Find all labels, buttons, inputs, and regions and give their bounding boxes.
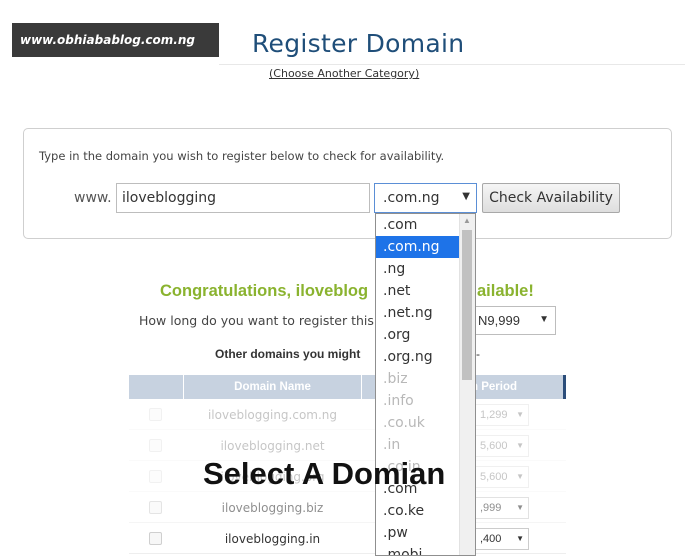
row-domain-name: iloveblogging.biz [221, 500, 324, 515]
row-domain-name: iloveblogging.in [224, 531, 321, 546]
row-period-select[interactable]: 5,600 ▼ [469, 466, 529, 488]
tld-option[interactable]: .ng [376, 258, 461, 280]
tld-option[interactable]: .net [376, 280, 461, 302]
page-title: Register Domain [252, 29, 465, 58]
chevron-down-icon: ▼ [516, 472, 524, 481]
period-select-value: N9,999 [478, 313, 520, 328]
row-period-value: ,400 [480, 533, 502, 545]
title-divider [219, 64, 685, 65]
row-period-select[interactable]: ,999 ▼ [469, 497, 529, 519]
registration-period-select[interactable]: N9,999 ▼ [463, 306, 556, 335]
scroll-up-arrow-icon[interactable]: ▲ [463, 216, 471, 225]
tld-select-value: .com.ng [383, 190, 440, 206]
scrollbar-thumb[interactable] [462, 230, 472, 380]
row-checkbox[interactable] [149, 501, 162, 514]
caption-overlay: Select A Domian [203, 456, 446, 491]
tld-option[interactable]: .com [376, 214, 461, 236]
watermark-text: www.obhiabablog.com.ng [20, 33, 195, 47]
other-domains-heading-tail: - [476, 347, 480, 361]
tld-option[interactable]: .pw [376, 522, 461, 544]
row-period-value: ,999 [480, 502, 502, 514]
availability-message-start: Congratulations, iloveblog [160, 282, 369, 300]
tld-option[interactable]: .in [376, 434, 461, 456]
chevron-down-icon: ▼ [516, 410, 524, 419]
row-domain-name: iloveblogging.com.ng [207, 407, 338, 422]
chevron-down-icon: ▼ [462, 191, 470, 202]
tld-option[interactable]: .co.ke [376, 500, 461, 522]
tld-option[interactable]: .org [376, 324, 461, 346]
header-checkbox-cell [129, 375, 184, 399]
other-domains-heading: Other domains you might [215, 347, 361, 361]
chevron-down-icon: ▼ [516, 503, 524, 512]
domain-name-input[interactable]: iloveblogging [116, 183, 370, 213]
tld-option[interactable]: .mobi [376, 544, 461, 555]
choose-another-category-link[interactable]: (Choose Another Category) [269, 67, 419, 80]
row-checkbox[interactable] [149, 408, 162, 421]
row-period-value: 1,299 [480, 409, 508, 421]
table-row: iloveblogging.com.ng 1,299 ▼ [129, 399, 566, 430]
watermark-banner: www.obhiabablog.com.ng [12, 23, 219, 57]
availability-message-end: ailable! [477, 282, 534, 300]
search-instruction: Type in the domain you wish to register … [39, 149, 445, 163]
row-period-value: 5,600 [480, 471, 508, 483]
table-row: iloveblogging.in ,400 ▼ [129, 523, 566, 554]
check-availability-button[interactable]: Check Availability [482, 183, 620, 213]
header-period: n Period [471, 381, 518, 393]
row-period-value: 5,600 [480, 440, 508, 452]
row-period-select[interactable]: ,400 ▼ [469, 528, 529, 550]
tld-select[interactable]: .com.ng ▼ [374, 183, 477, 213]
www-prefix-label: www. [74, 190, 112, 206]
chevron-down-icon: ▼ [539, 314, 549, 325]
tld-dropdown-list[interactable]: .com .com.ng .ng .net .net.ng .org .org.ng .biz… [375, 213, 476, 556]
chevron-down-icon: ▼ [516, 441, 524, 450]
tld-option[interactable]: .info [376, 390, 461, 412]
row-checkbox[interactable] [149, 470, 162, 483]
dropdown-scrollbar[interactable]: ▲ [459, 214, 475, 555]
row-checkbox[interactable] [149, 439, 162, 452]
tld-option[interactable]: .com.ng [376, 236, 461, 258]
tld-option[interactable]: .co.uk [376, 412, 461, 434]
availability-message: Congratulations, iloveblog ailable! [160, 282, 534, 301]
header-domain-name: Domain Name [184, 375, 362, 399]
table-row: iloveblogging.biz ,999 ▼ [129, 492, 566, 523]
registration-period-label: How long do you want to register this fo [139, 313, 390, 328]
row-checkbox[interactable] [149, 532, 162, 545]
row-period-select[interactable]: 5,600 ▼ [469, 435, 529, 457]
tld-option[interactable]: .net.ng [376, 302, 461, 324]
tld-option[interactable]: .org.ng [376, 346, 461, 368]
tld-option[interactable]: .biz [376, 368, 461, 390]
chevron-down-icon: ▼ [516, 534, 524, 543]
domain-table-header: Domain Name n Period [129, 375, 566, 399]
row-period-select[interactable]: 1,299 ▼ [469, 404, 529, 426]
